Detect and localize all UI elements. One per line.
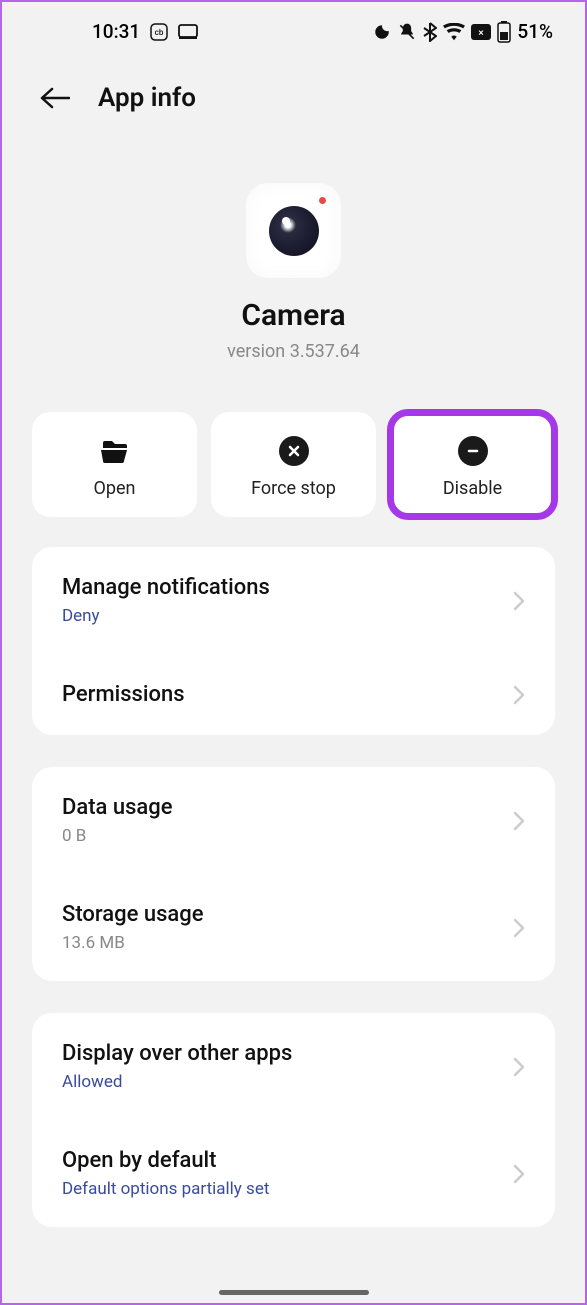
row-title: Open by default: [62, 1148, 513, 1173]
open-label: Open: [42, 478, 187, 499]
settings-row[interactable]: Storage usage 13.6 MB: [32, 874, 555, 981]
settings-row[interactable]: Open by default Default options partially…: [32, 1120, 555, 1227]
bluetooth-icon: [423, 22, 437, 42]
chevron-right-icon: [513, 1164, 525, 1184]
home-indicator[interactable]: [219, 1290, 369, 1295]
row-title: Manage notifications: [62, 575, 513, 600]
chevron-right-icon: [513, 1057, 525, 1077]
folder-open-icon: [100, 436, 130, 466]
disable-label: Disable: [400, 478, 545, 499]
row-title: Data usage: [62, 795, 513, 820]
row-title: Permissions: [62, 682, 513, 707]
mute-icon: [397, 22, 417, 42]
card-icon: ×: [471, 24, 491, 40]
back-icon[interactable]: [40, 87, 70, 109]
header: App info: [2, 53, 585, 133]
battery-icon: [497, 21, 511, 43]
app-badge-icon: cb: [150, 23, 168, 41]
svg-text:cb: cb: [155, 28, 164, 37]
settings-section: Display over other apps Allowed Open by de…: [32, 1013, 555, 1227]
stop-icon: [279, 436, 309, 466]
settings-section: Data usage 0 B Storage usage 13.6 MB: [32, 767, 555, 981]
row-subtitle: 0 B: [62, 826, 513, 846]
chevron-right-icon: [513, 685, 525, 705]
settings-row[interactable]: Display over other apps Allowed: [32, 1013, 555, 1120]
action-row: Open Force stop Disable: [2, 392, 585, 547]
dnd-icon: [373, 23, 391, 41]
settings-row[interactable]: Data usage 0 B: [32, 767, 555, 874]
recording-dot-icon: [319, 197, 326, 204]
status-time: 10:31: [92, 20, 140, 43]
open-button[interactable]: Open: [32, 412, 197, 517]
chevron-right-icon: [513, 918, 525, 938]
row-title: Storage usage: [62, 902, 513, 927]
row-subtitle: Allowed: [62, 1072, 513, 1092]
cast-icon: [178, 24, 198, 40]
disable-button[interactable]: Disable: [390, 412, 555, 517]
app-hero: Camera version 3.537.64: [2, 133, 585, 392]
battery-percent: 51%: [517, 20, 553, 43]
camera-lens-icon: [269, 206, 319, 256]
force-stop-label: Force stop: [221, 478, 366, 499]
wifi-icon: [443, 23, 465, 41]
chevron-right-icon: [513, 591, 525, 611]
settings-section: Manage notifications Deny Permissions: [32, 547, 555, 735]
app-version: version 3.537.64: [2, 341, 585, 362]
page-title: App info: [98, 83, 196, 113]
status-bar: 10:31 cb × 51%: [2, 2, 585, 53]
force-stop-button[interactable]: Force stop: [211, 412, 376, 517]
settings-row[interactable]: Manage notifications Deny: [32, 547, 555, 654]
row-subtitle: Default options partially set: [62, 1179, 513, 1199]
row-subtitle: Deny: [62, 606, 513, 626]
app-icon: [246, 183, 341, 278]
row-title: Display over other apps: [62, 1041, 513, 1066]
svg-text:×: ×: [479, 28, 484, 39]
chevron-right-icon: [513, 811, 525, 831]
app-name: Camera: [2, 298, 585, 333]
disable-icon: [458, 436, 488, 466]
settings-row[interactable]: Permissions: [32, 654, 555, 735]
row-subtitle: 13.6 MB: [62, 933, 513, 953]
